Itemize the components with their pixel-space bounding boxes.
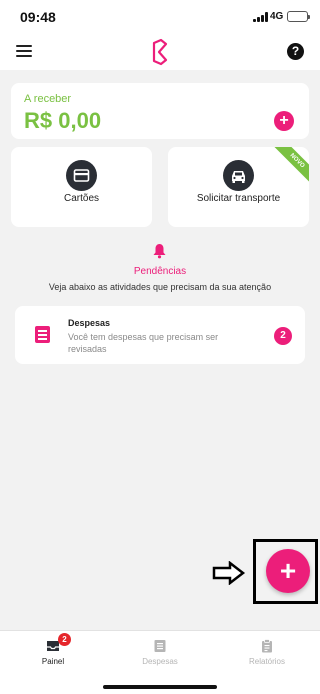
balance-value: R$ 0,00 (24, 108, 102, 133)
notification-badge: 2 (58, 633, 71, 646)
status-bar: 09:48 4G (0, 0, 320, 34)
new-ribbon: NOVO (270, 147, 309, 188)
add-receivable-button[interactable]: + (274, 111, 294, 131)
brand-logo-icon (152, 38, 168, 66)
car-icon (223, 160, 254, 191)
expense-card-description: Você tem despesas que precisam ser revis… (68, 332, 219, 354)
nav-painel[interactable]: 2 Painel (0, 631, 106, 694)
pending-expenses-card[interactable]: Despesas Você tem despesas que precisam … (15, 306, 305, 364)
nav-label: Relatórios (248, 657, 285, 666)
pending-title: Pendências (133, 266, 187, 277)
credit-card-icon (66, 160, 97, 191)
help-icon[interactable]: ? (287, 43, 304, 60)
bell-icon (153, 244, 166, 259)
add-expense-fab[interactable]: + (266, 549, 310, 593)
shortcut-label: Cartões (63, 193, 99, 204)
balance-card: A receber R$ 0,00 + (11, 83, 309, 139)
home-indicator (103, 685, 217, 689)
hamburger-menu-icon[interactable] (16, 45, 32, 58)
battery-icon (287, 11, 310, 22)
expense-count-badge: 2 (274, 327, 292, 345)
status-time: 09:48 (20, 9, 56, 25)
signal-strength-icon (253, 12, 270, 22)
top-nav: ? (0, 34, 320, 70)
balance-label: A receber (24, 93, 72, 105)
nav-label: Despesas (142, 657, 178, 666)
shortcut-solicitar-transporte[interactable]: NOVO Solicitar transporte (168, 147, 309, 227)
nav-label: Painel (41, 657, 65, 666)
clipboard-icon (262, 639, 272, 653)
expense-card-title: Despesas (68, 318, 111, 328)
nav-relatorios[interactable]: Relatórios (214, 631, 320, 694)
document-icon (35, 326, 50, 343)
document-icon (154, 640, 166, 652)
network-type: 4G (270, 11, 284, 22)
pending-subtitle: Veja abaixo as atividades que precisam d… (48, 282, 272, 292)
shortcut-cartoes[interactable]: Cartões (11, 147, 152, 227)
arrow-right-icon (212, 561, 246, 585)
shortcut-label: Solicitar transporte (196, 193, 281, 204)
